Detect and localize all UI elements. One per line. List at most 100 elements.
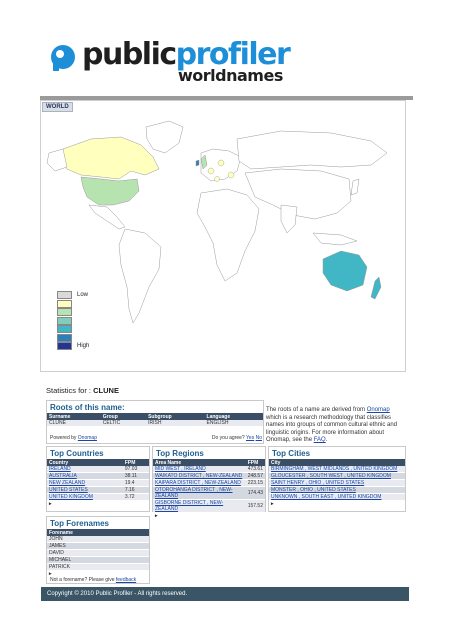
table-row: AUSTRALIA 38.11 — [47, 472, 149, 480]
legend-item: High — [57, 342, 117, 351]
column-header: Group — [100, 413, 147, 420]
map-region-japan — [350, 178, 360, 196]
region-link[interactable]: KAIPARA DISTRICT , NEW-ZEALAND — [155, 480, 241, 486]
feedback-note: Not a forename? Please give feedback — [50, 577, 137, 583]
table-row: UNKNOWN , SOUTH EAST , UNITED KINGDOM — [269, 493, 405, 501]
onomap-link[interactable]: Onomap — [78, 435, 97, 441]
top-regions-title: Top Regions — [156, 449, 204, 458]
top-forenames-panel: Top Forenames Forename JOHN JAMES DAVID … — [46, 516, 150, 584]
map-region-russia — [236, 130, 388, 170]
legend-item — [57, 299, 117, 309]
legend-swatch — [57, 333, 72, 342]
legend-swatch — [57, 342, 72, 350]
column-header: Forename — [47, 529, 149, 536]
legend-item — [57, 333, 117, 343]
table-row: GLOUCESTER , SOUTH WEST , UNITED KINGDOM — [269, 472, 405, 480]
table-row: DAVID — [47, 549, 149, 557]
column-header: Country — [47, 459, 123, 466]
region-link[interactable]: GISBORNE DISTRICT , NEW-ZEALAND — [155, 500, 223, 512]
map-marker — [217, 159, 225, 167]
region-link[interactable]: MID WEST , IRELAND — [155, 466, 206, 472]
country-link[interactable]: UNITED STATES — [49, 487, 88, 493]
more-cities-icon[interactable]: ▸ — [269, 501, 405, 507]
country-link[interactable]: NEW ZEALAND — [49, 480, 85, 486]
region-link[interactable]: OTOROHANGA DISTRICT , NEW-ZEALAND — [155, 487, 233, 499]
column-header: City — [269, 459, 405, 466]
more-regions-icon[interactable]: ▸ — [153, 513, 265, 519]
legend-swatch — [57, 316, 72, 325]
roots-footer: Powered by Onomap Do you agree? Yes No — [50, 435, 262, 441]
top-countries-panel: Top Countries Country FPM IRELAND 97.03 A… — [46, 446, 150, 512]
roots-panel: Roots of this name: Surname Group Subgro… — [46, 400, 264, 444]
column-header: FPM — [245, 459, 265, 466]
map-region-south-america — [118, 228, 162, 324]
top-cities-title: Top Cities — [272, 449, 311, 458]
feedback-link[interactable]: feedback — [116, 577, 136, 583]
world-map-panel: WORLD Low High — [40, 100, 406, 372]
city-link[interactable]: UNKNOWN , SOUTH EAST , UNITED KINGDOM — [271, 494, 381, 500]
top-regions-panel: Top Regions Area Name FPM MID WEST , IRE… — [152, 446, 266, 519]
legend-swatch — [57, 308, 72, 316]
agree-no-link[interactable]: No — [256, 435, 262, 441]
map-legend: Low High — [57, 291, 117, 351]
surname: CLUNE — [93, 386, 119, 395]
region-link[interactable]: WAIKATO DISTRICT , NEW-ZEALAND — [155, 473, 242, 479]
table-row: JAMES — [47, 542, 149, 550]
map-region-india — [280, 204, 298, 234]
map-region-africa — [196, 188, 260, 282]
legend-item — [57, 316, 117, 326]
country-link[interactable]: AUSTRALIA — [49, 473, 77, 479]
onomap-info-link[interactable]: Onomap — [367, 407, 390, 413]
map-region-australia — [322, 250, 368, 292]
table-row: PATRICK — [47, 563, 149, 571]
footer: Copyright © 2010 Public Profiler - All r… — [41, 587, 409, 601]
column-header: Language — [204, 413, 263, 420]
city-link[interactable]: GLOUCESTER , SOUTH WEST , UNITED KINGDOM — [271, 473, 391, 479]
city-link[interactable]: SAINT HENRY , OHIO , UNITED STATES — [271, 480, 364, 486]
statistics-title: Statistics for : CLUNE — [46, 386, 119, 395]
table-row: KAIPARA DISTRICT , NEW-ZEALAND 223.15 — [153, 479, 265, 487]
map-region-ireland — [195, 159, 200, 167]
table-row: NEW ZEALAND 19.4 — [47, 479, 149, 487]
legend-swatch — [57, 299, 72, 308]
city-link[interactable]: BIRMINGHAM , WEST MIDLANDS , UNITED KING… — [271, 466, 397, 472]
table-row: UNITED STATES 7.16 — [47, 486, 149, 494]
top-forenames-title: Top Forenames — [50, 519, 109, 528]
map-marker — [227, 171, 235, 179]
roots-explanation: The roots of a name are derived from Ono… — [266, 407, 398, 443]
more-countries-icon[interactable]: ▸ — [47, 501, 149, 507]
map-region-asia — [244, 168, 352, 220]
table-row: MICHAEL — [47, 556, 149, 564]
table-row: SAINT HENRY , OHIO , UNITED STATES — [269, 479, 405, 487]
map-region-canada — [58, 136, 160, 180]
map-region-indonesia — [312, 232, 358, 246]
top-cities-panel: Top Cities City BIRMINGHAM , WEST MIDLAN… — [268, 446, 406, 512]
logo[interactable]: publicprofiler worldnames — [44, 38, 291, 90]
map-marker — [207, 167, 215, 175]
legend-item: Low — [57, 291, 117, 300]
legend-item — [57, 308, 117, 317]
table-row: CLUNE CELTIC IRISH ENGLISH — [47, 420, 263, 427]
logo-subtitle: worldnames — [178, 66, 283, 85]
top-countries-title: Top Countries — [50, 449, 104, 458]
forenames-table: Forename JOHN JAMES DAVID MICHAEL PATRIC… — [47, 529, 149, 571]
profiler-logo-icon — [51, 45, 75, 71]
regions-table: Area Name FPM MID WEST , IRELAND 473.61 W… — [153, 459, 265, 513]
table-row: MONSTER , OHIO , UNITED STATES — [269, 486, 405, 494]
table-row: WAIKATO DISTRICT , NEW-ZEALAND 248.57 — [153, 472, 265, 480]
country-link[interactable]: IRELAND — [49, 466, 71, 472]
map-region-mexico — [88, 204, 126, 230]
city-link[interactable]: MONSTER , OHIO , UNITED STATES — [271, 487, 356, 493]
table-row: UNITED KINGDOM 3.72 — [47, 493, 149, 501]
legend-swatch — [57, 325, 72, 333]
faq-link[interactable]: FAQ — [314, 437, 326, 443]
column-header: Surname — [47, 413, 101, 420]
map-region-usa — [80, 176, 140, 206]
country-link[interactable]: UNITED KINGDOM — [49, 494, 93, 500]
map-region-new-zealand — [370, 276, 382, 300]
legend-item — [57, 325, 117, 334]
agree-yes-link[interactable]: Yes — [246, 435, 254, 441]
table-row: OTOROHANGA DISTRICT , NEW-ZEALAND 174.43 — [153, 486, 265, 500]
column-header: FPM — [122, 459, 149, 466]
countries-table: Country FPM IRELAND 97.03 AUSTRALIA 38.11 … — [47, 459, 149, 501]
